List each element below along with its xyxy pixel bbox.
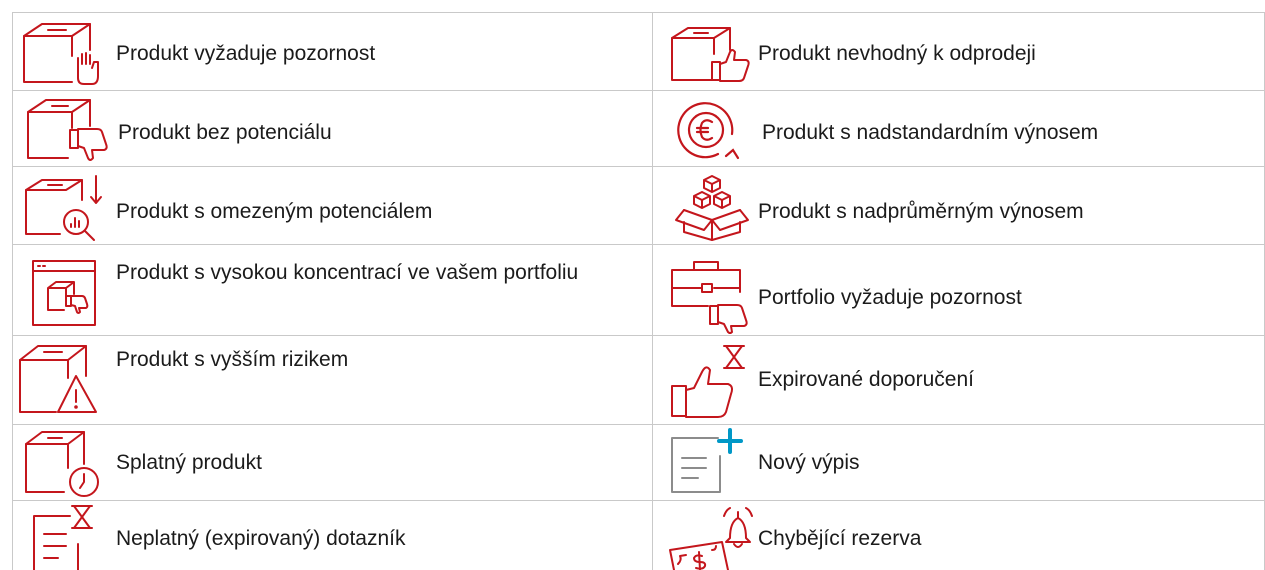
legend-label: Splatný produkt xyxy=(116,451,262,474)
column-divider xyxy=(652,12,653,570)
row-divider xyxy=(12,166,1265,167)
product-box-warning-icon xyxy=(16,340,106,416)
table-border-top xyxy=(12,12,1265,13)
legend-label: Nový výpis xyxy=(758,451,860,474)
legend-label: Produkt vyžaduje pozornost xyxy=(116,42,376,65)
legend-label: Produkt nevhodný k odprodeji xyxy=(758,42,1036,65)
stacked-boxes-open-box-icon xyxy=(674,172,750,242)
legend-label: Produkt s vysokou koncentrací ve vašem p… xyxy=(116,261,579,284)
browser-window-box-thumbs-down-icon xyxy=(30,258,98,328)
product-box-hand-stop-icon xyxy=(20,20,112,86)
legend-label: Neplatný (expirovaný) dotazník xyxy=(116,527,406,550)
row-divider xyxy=(12,500,1265,501)
legend-label: Produkt bez potenciálu xyxy=(118,121,332,144)
product-box-clock-icon xyxy=(22,428,108,498)
legend-label: Produkt s nadprůměrným výnosem xyxy=(758,200,1084,223)
thumbs-up-hourglass-icon xyxy=(668,342,754,422)
product-box-thumbs-down-icon xyxy=(24,96,110,162)
banknote-bell-icon xyxy=(666,502,756,570)
document-plus-icon xyxy=(668,428,748,498)
briefcase-thumbs-down-icon xyxy=(668,256,754,334)
legend-label: Produkt s nadstandardním výnosem xyxy=(762,121,1099,144)
legend-label: Expirované doporučení xyxy=(758,368,974,391)
document-hourglass-icon xyxy=(30,504,106,570)
legend-label: Portfolio vyžaduje pozornost xyxy=(758,286,1022,309)
product-box-magnifier-arrow-down-icon xyxy=(22,172,114,244)
row-divider xyxy=(12,424,1265,425)
legend-label: Produkt s vyšším rizikem xyxy=(116,348,349,371)
euro-coin-circular-arrow-icon xyxy=(670,98,750,162)
legend-label: Chybějící rezerva xyxy=(758,527,922,550)
row-divider xyxy=(12,335,1265,336)
product-box-thumbs-up-icon xyxy=(668,24,754,86)
row-divider xyxy=(12,244,1265,245)
icon-legend-table: Produkt vyžaduje pozornost Produkt nevho… xyxy=(0,0,1265,570)
table-border-left xyxy=(12,12,13,570)
legend-label: Produkt s omezeným potenciálem xyxy=(116,200,433,223)
row-divider xyxy=(12,90,1265,91)
